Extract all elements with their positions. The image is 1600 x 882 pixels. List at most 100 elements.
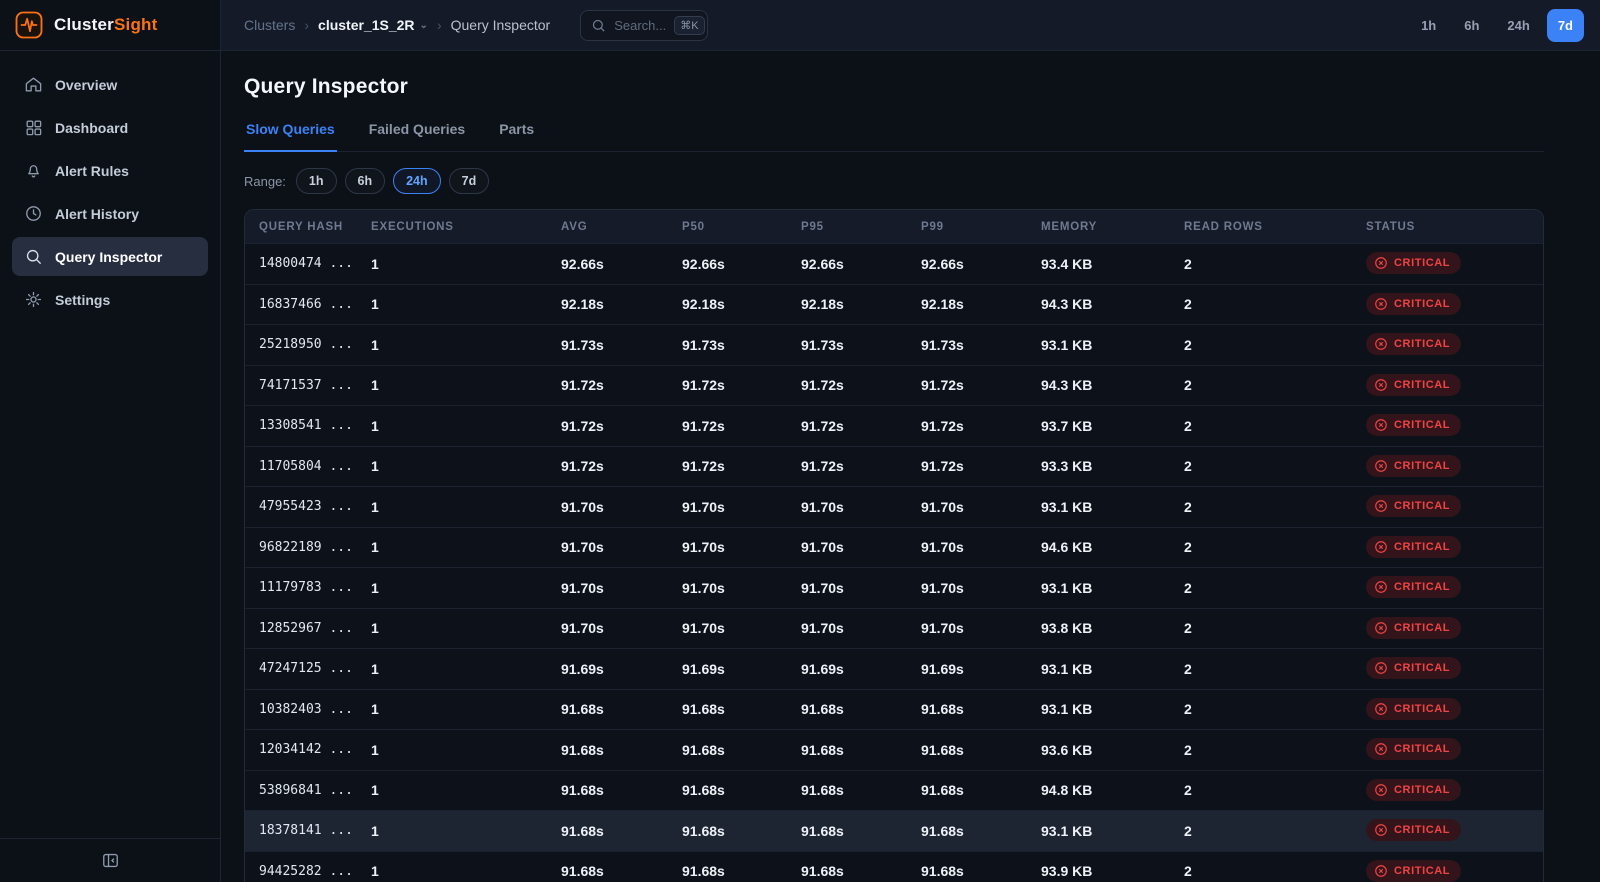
avg-cell: 91.70s [547, 499, 668, 515]
topbar-time-range-1h[interactable]: 1h [1410, 9, 1447, 42]
query-hash-cell: 47247125 ... [245, 661, 357, 676]
p99-cell: 92.66s [907, 256, 1027, 272]
p50-cell: 91.68s [668, 823, 787, 839]
query-hash-cell: 53896841 ... [245, 783, 357, 798]
search-icon [24, 247, 43, 266]
memory-cell: 93.4 KB [1027, 256, 1170, 272]
column-header-status: STATUS [1352, 221, 1543, 233]
range-pill-1h[interactable]: 1h [296, 168, 337, 194]
p50-cell: 91.70s [668, 539, 787, 555]
range-pill-6h[interactable]: 6h [345, 168, 386, 194]
breadcrumb-item-cluster-1s-2r[interactable]: cluster_1S_2R ⌄ [318, 17, 428, 33]
table-row[interactable]: 96822189 ...191.70s91.70s91.70s91.70s94.… [245, 527, 1543, 568]
table-row[interactable]: 47955423 ...191.70s91.70s91.70s91.70s93.… [245, 486, 1543, 527]
table-row[interactable]: 14800474 ...192.66s92.66s92.66s92.66s93.… [245, 243, 1543, 284]
memory-cell: 94.8 KB [1027, 782, 1170, 798]
query-hash-cell: 18378141 ... [245, 823, 357, 838]
query-hash-cell: 14800474 ... [245, 256, 357, 271]
avg-cell: 91.68s [547, 863, 668, 879]
sidebar-item-alert-history[interactable]: Alert History [12, 194, 208, 233]
p99-cell: 91.69s [907, 661, 1027, 677]
table-row[interactable]: 53896841 ...191.68s91.68s91.68s91.68s94.… [245, 770, 1543, 811]
executions-cell: 1 [357, 701, 547, 717]
search-input[interactable]: Search... ⌘K [580, 10, 708, 41]
status-badge-label: CRITICAL [1394, 379, 1450, 391]
status-badge: CRITICAL [1366, 617, 1461, 639]
executions-cell: 1 [357, 418, 547, 434]
sidebar-item-settings[interactable]: Settings [12, 280, 208, 319]
sidebar-item-label: Query Inspector [55, 249, 162, 265]
table-row[interactable]: 11179783 ...191.70s91.70s91.70s91.70s93.… [245, 567, 1543, 608]
table-row[interactable]: 94425282 ...191.68s91.68s91.68s91.68s93.… [245, 851, 1543, 882]
p95-cell: 91.70s [787, 499, 907, 515]
sidebar-footer [0, 838, 220, 882]
table-row[interactable]: 47247125 ...191.69s91.69s91.69s91.69s93.… [245, 648, 1543, 689]
table-row[interactable]: 11705804 ...191.72s91.72s91.72s91.72s93.… [245, 446, 1543, 487]
avg-cell: 91.70s [547, 620, 668, 636]
column-header-query-hash: QUERY HASH [245, 221, 357, 233]
sidebar-item-label: Alert Rules [55, 163, 129, 179]
executions-cell: 1 [357, 620, 547, 636]
table-row[interactable]: 12852967 ...191.70s91.70s91.70s91.70s93.… [245, 608, 1543, 649]
read-rows-cell: 2 [1170, 863, 1352, 879]
status-cell: CRITICAL [1352, 333, 1543, 356]
p99-cell: 91.68s [907, 863, 1027, 879]
chevron-down-icon: ⌄ [420, 20, 428, 31]
p50-cell: 91.68s [668, 701, 787, 717]
range-pill-24h[interactable]: 24h [393, 168, 441, 194]
p50-cell: 91.68s [668, 863, 787, 879]
status-cell: CRITICAL [1352, 738, 1543, 761]
sidebar-item-label: Settings [55, 292, 110, 308]
brand[interactable]: ClusterSight [0, 0, 220, 51]
sidebar-item-query-inspector[interactable]: Query Inspector [12, 237, 208, 276]
table-row[interactable]: 25218950 ...191.73s91.73s91.73s91.73s93.… [245, 324, 1543, 365]
memory-cell: 94.3 KB [1027, 296, 1170, 312]
topbar-time-range-7d[interactable]: 7d [1547, 9, 1584, 42]
p99-cell: 91.72s [907, 377, 1027, 393]
memory-cell: 93.9 KB [1027, 863, 1170, 879]
home-icon [24, 75, 43, 94]
table-row[interactable]: 13308541 ...191.72s91.72s91.72s91.72s93.… [245, 405, 1543, 446]
read-rows-cell: 2 [1170, 418, 1352, 434]
sidebar-item-alert-rules[interactable]: Alert Rules [12, 151, 208, 190]
p99-cell: 91.70s [907, 620, 1027, 636]
table-row[interactable]: 74171537 ...191.72s91.72s91.72s91.72s94.… [245, 365, 1543, 406]
executions-cell: 1 [357, 296, 547, 312]
tab-failed-queries[interactable]: Failed Queries [367, 121, 467, 152]
topbar-time-range-24h[interactable]: 24h [1496, 9, 1540, 42]
query-hash-cell: 96822189 ... [245, 540, 357, 555]
p50-cell: 92.66s [668, 256, 787, 272]
memory-cell: 94.3 KB [1027, 377, 1170, 393]
status-cell: CRITICAL [1352, 860, 1543, 882]
status-cell: CRITICAL [1352, 657, 1543, 680]
table-row[interactable]: 10382403 ...191.68s91.68s91.68s91.68s93.… [245, 689, 1543, 730]
tab-parts[interactable]: Parts [497, 121, 536, 152]
memory-cell: 93.1 KB [1027, 823, 1170, 839]
status-badge-label: CRITICAL [1394, 500, 1450, 512]
status-cell: CRITICAL [1352, 617, 1543, 640]
sidebar-item-overview[interactable]: Overview [12, 65, 208, 104]
topbar-time-range-6h[interactable]: 6h [1453, 9, 1490, 42]
read-rows-cell: 2 [1170, 823, 1352, 839]
circle-x-icon [1374, 337, 1388, 351]
executions-cell: 1 [357, 782, 547, 798]
p95-cell: 92.18s [787, 296, 907, 312]
range-filter-row: Range: 1h6h24h7d [244, 168, 1544, 194]
table-row[interactable]: 12034142 ...191.68s91.68s91.68s91.68s93.… [245, 729, 1543, 770]
tab-slow-queries[interactable]: Slow Queries [244, 121, 337, 152]
circle-x-icon [1374, 418, 1388, 432]
range-pill-7d[interactable]: 7d [449, 168, 490, 194]
p50-cell: 91.70s [668, 499, 787, 515]
status-cell: CRITICAL [1352, 455, 1543, 478]
avg-cell: 91.72s [547, 458, 668, 474]
status-badge: CRITICAL [1366, 698, 1461, 720]
sidebar-collapse-button[interactable] [97, 847, 124, 874]
read-rows-cell: 2 [1170, 782, 1352, 798]
breadcrumb-item-clusters[interactable]: Clusters [244, 17, 295, 33]
read-rows-cell: 2 [1170, 701, 1352, 717]
gear-icon [24, 290, 43, 309]
read-rows-cell: 2 [1170, 661, 1352, 677]
table-row[interactable]: 18378141 ...191.68s91.68s91.68s91.68s93.… [245, 810, 1543, 851]
table-row[interactable]: 16837466 ...192.18s92.18s92.18s92.18s94.… [245, 284, 1543, 325]
sidebar-item-dashboard[interactable]: Dashboard [12, 108, 208, 147]
